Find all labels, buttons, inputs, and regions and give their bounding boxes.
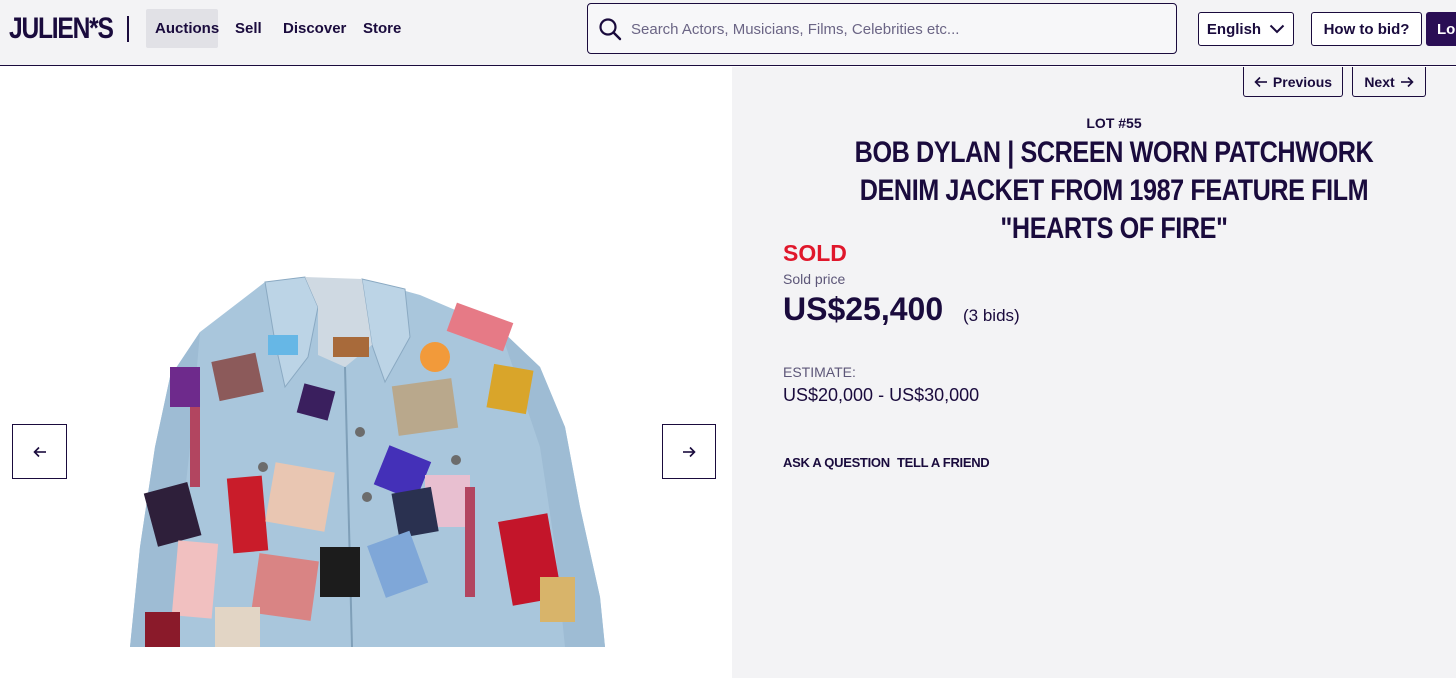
lot-title: BOB DYLAN | SCREEN WORN PATCHWORK DENIM … [854,136,1374,245]
sold-status: SOLD [783,240,847,266]
search-box [587,3,1177,54]
next-lot-label: Next [1364,73,1395,90]
chevron-down-icon [1269,24,1285,34]
nav-discover[interactable]: Discover [274,9,355,48]
bid-count[interactable]: (3 bids) [963,306,1020,326]
next-lot-button[interactable]: Next [1352,67,1426,97]
estimate-label: ESTIMATE: [783,364,856,380]
previous-lot-button[interactable]: Previous [1243,67,1343,97]
julien-logo[interactable]: JULIEN*S [9,12,114,46]
sold-price: US$25,400 [783,291,944,327]
login-button[interactable]: Lo [1426,12,1456,46]
lot-image-panel [0,67,732,678]
search-icon[interactable] [598,17,622,41]
language-label: English [1206,20,1262,38]
how-to-bid-button[interactable]: How to bid? [1311,12,1422,46]
sold-price-label: Sold price [783,271,846,287]
estimate-value: US$20,000 - US$30,000 [783,385,980,405]
language-select[interactable]: English [1198,12,1294,46]
logo-divider [127,16,129,42]
jacket-image [130,276,605,648]
nav-store[interactable]: Store [354,9,410,48]
search-input[interactable] [631,14,1161,44]
previous-image-button[interactable] [12,424,67,479]
site-header: JULIEN*S Auctions Sell Discover Store En… [0,0,1456,66]
nav-auctions[interactable]: Auctions [146,9,219,48]
next-image-button[interactable] [662,424,716,479]
tell-friend-link[interactable]: TELL A FRIEND [897,455,990,470]
arrow-left-icon [32,446,46,457]
previous-lot-label: Previous [1272,73,1333,90]
lot-info-panel: Previous Next LOT #55 BOB DYLAN | SCREEN… [732,67,1456,678]
ask-question-link[interactable]: ASK A QUESTION [783,455,890,470]
nav-sell[interactable]: Sell [226,9,271,48]
arrow-right-icon [683,446,696,457]
arrow-left-icon [1254,76,1267,87]
lot-number: LOT #55 [1086,115,1142,131]
arrow-right-icon [1400,76,1414,87]
